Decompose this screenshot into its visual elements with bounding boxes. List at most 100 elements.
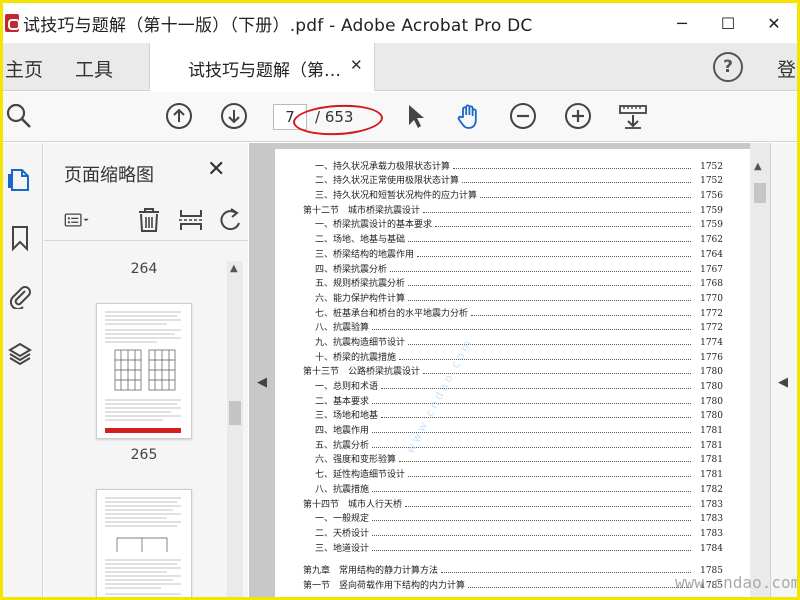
panel-scrollbar[interactable]: ▲ [227, 261, 243, 597]
toc-entry-title: 二、持久状况正常使用极限状态计算 [315, 176, 460, 187]
toc-entry[interactable]: 八、抗震验算 1772 [303, 319, 723, 334]
next-page-icon[interactable] [220, 102, 248, 130]
rotate-page-icon[interactable] [218, 207, 244, 233]
toc-entry-title: 一、总则和术语 [315, 382, 379, 392]
document-tab[interactable]: 试技巧与题解（第… ✕ [149, 43, 375, 91]
toc-entry-title: 十、桥梁的抗震措施 [315, 352, 397, 363]
toc-entry-title: 第十二节 城市桥梁抗震设计 [303, 205, 421, 216]
app-window: 试技巧与题解（第十一版）（下册）.pdf - Adobe Acrobat Pro… [0, 0, 800, 600]
toc-entry[interactable]: 二、天桥设计 1783 [303, 524, 723, 539]
toc-entry[interactable]: 五、抗震分析 1781 [303, 436, 723, 451]
toc-entry[interactable]: 三、持久状况和短暂状况构件的应力计算 1756 [303, 186, 723, 201]
toc-entry[interactable]: 五、规则桥梁抗震分析 1768 [303, 275, 723, 290]
panel-scroll-thumb[interactable] [229, 401, 241, 425]
toc-entry-title: 九、抗震构造细节设计 [315, 337, 406, 348]
document-viewport[interactable]: 一、持久状况承载力极限状态计算 1752 二、持久状况正常使用极限状态计算 1752 三… [249, 143, 797, 597]
close-window-button[interactable]: ✕ [751, 3, 797, 43]
toc-leader-dots [372, 446, 691, 448]
toc-entry[interactable]: 一、一般规定 1783 [303, 510, 723, 525]
toc-entry[interactable]: 一、持久状况承载力极限状态计算 1752 [303, 157, 723, 172]
help-icon[interactable]: ? [713, 52, 743, 82]
toc-entry-title: 八、抗震验算 [315, 323, 370, 334]
toc-entry[interactable]: 十、桥梁的抗震措施 1776 [303, 348, 723, 363]
panel-close-button[interactable]: ✕ [207, 157, 225, 182]
toc-entry-page: 1768 [700, 279, 723, 290]
toc-entry[interactable]: 二、场地、地基与基础 1762 [303, 230, 723, 245]
toc-leader-dots [480, 197, 691, 199]
toc-entry[interactable]: 七、桩基承台和桥台的水平地震力分析 1772 [303, 304, 723, 319]
toc-entry-page: 1781 [700, 440, 723, 451]
toc-entry[interactable]: 第一节 竖向荷载作用下结构的内力计算 1785 [303, 576, 723, 591]
thumbnail-list: 264 265 [44, 253, 248, 597]
scroll-up-arrow-icon[interactable]: ▲ [230, 263, 238, 274]
panel-toolbar [44, 201, 248, 241]
thumbnail-page[interactable] [96, 489, 192, 597]
toc-entry[interactable]: 二、持久状况正常使用极限状态计算 1752 [303, 172, 723, 187]
toc-entry[interactable]: 第九章 常用结构的静力计算方法 1785 [303, 562, 723, 577]
toc-entry[interactable]: 第十四节 城市人行天桥 1783 [303, 495, 723, 510]
toc-entry[interactable]: 三、桥梁结构的地震作用 1764 [303, 245, 723, 260]
tab-tools[interactable]: 工具 [75, 55, 113, 82]
toc-leader-dots [381, 388, 691, 389]
toc-entry[interactable]: 二、基本要求 1780 [303, 392, 723, 407]
toc-entry-page: 1781 [700, 426, 723, 437]
delete-page-icon[interactable] [136, 207, 162, 233]
toc-entry-title: 三、持久状况和短暂状况构件的应力计算 [315, 191, 478, 202]
search-icon[interactable] [5, 102, 33, 130]
previous-page-icon[interactable] [165, 102, 193, 130]
toc-leader-dots [417, 255, 691, 257]
toc-entry[interactable]: 一、桥梁抗震设计的基本要求 1759 [303, 216, 723, 230]
document-scrollbar[interactable]: ▲ [750, 143, 770, 597]
thumbnail-page[interactable] [96, 303, 192, 439]
bookmarks-icon[interactable] [7, 225, 33, 251]
maximize-button[interactable]: ☐ [705, 3, 751, 43]
toc-entry[interactable]: 三、地道设计 1784 [303, 539, 723, 554]
thumbnail-options-icon[interactable] [64, 207, 90, 233]
zoom-out-icon[interactable] [509, 102, 537, 130]
toc-entry[interactable]: 一、总则和术语 1780 [303, 377, 723, 392]
toc-entry[interactable]: 六、强度和变形验算 1781 [303, 451, 723, 465]
doc-scroll-up-arrow-icon[interactable]: ▲ [754, 161, 762, 172]
toc-entry-page: 1756 [700, 191, 723, 202]
toc-entry-page: 1772 [700, 308, 723, 319]
site-watermark: www.cndao.com [675, 573, 800, 592]
toc-entry[interactable]: 第十二节 城市桥梁抗震设计 1759 [303, 201, 723, 216]
hand-tool-icon[interactable] [455, 102, 483, 130]
toc-entry[interactable]: 第十三节 公路桥梁抗震设计 1780 [303, 363, 723, 378]
expand-right-panel-arrow-icon[interactable]: ◀ [778, 375, 788, 390]
toc-entry[interactable]: 四、地震作用 1781 [303, 421, 723, 436]
collapse-left-panel-arrow-icon[interactable]: ◀ [257, 375, 267, 390]
toc-entry-title: 三、场地和地基 [315, 411, 379, 422]
tab-home[interactable]: 主页 [5, 55, 43, 82]
page-thumbnails-icon[interactable] [7, 167, 33, 193]
toc-entry-title: 第九章 常用结构的静力计算方法 [303, 566, 439, 577]
thumbnail-page-label: 265 [130, 447, 158, 463]
toc-entry[interactable]: 三、场地和地基 1780 [303, 407, 723, 422]
toc-entry[interactable]: 六、能力保护构件计算 1770 [303, 289, 723, 304]
layers-icon[interactable] [7, 341, 33, 367]
doc-scroll-thumb[interactable] [754, 183, 766, 203]
toc-entry-title: 一、一般规定 [315, 514, 370, 525]
toc-leader-dots [468, 586, 691, 588]
fit-page-icon[interactable] [619, 102, 647, 130]
window-title: 试技巧与题解（第十一版）（下册）.pdf - Adobe Acrobat Pro… [23, 15, 533, 36]
extract-pages-icon[interactable] [178, 207, 204, 233]
toc-leader-dots [405, 505, 691, 507]
toc-entry[interactable]: 八、抗震措施 1782 [303, 480, 723, 495]
tab-bar: 主页 工具 试技巧与题解（第… ✕ ? 登 [3, 43, 797, 91]
toc-entry[interactable]: 四、桥梁抗震分析 1767 [303, 260, 723, 275]
toc-entry-page: 1780 [700, 411, 723, 422]
close-tab-button[interactable]: ✕ [350, 56, 363, 74]
zoom-in-icon[interactable] [564, 102, 592, 130]
toc-entry[interactable]: 七、延性构造细节设计 1781 [303, 465, 723, 480]
toc-leader-dots [408, 476, 691, 478]
toc-entry[interactable]: 九、抗震构造细节设计 1774 [303, 333, 723, 348]
thumbnail-content-image [105, 311, 181, 433]
select-cursor-icon[interactable] [401, 102, 429, 130]
attachments-icon[interactable] [7, 283, 33, 309]
sign-in-button[interactable]: 登 [777, 55, 796, 82]
right-pane-collapsed [770, 143, 797, 597]
minimize-button[interactable]: ─ [659, 3, 705, 43]
toc-entry-page: 1780 [700, 367, 723, 378]
toc-entry-page: 1772 [700, 323, 723, 334]
